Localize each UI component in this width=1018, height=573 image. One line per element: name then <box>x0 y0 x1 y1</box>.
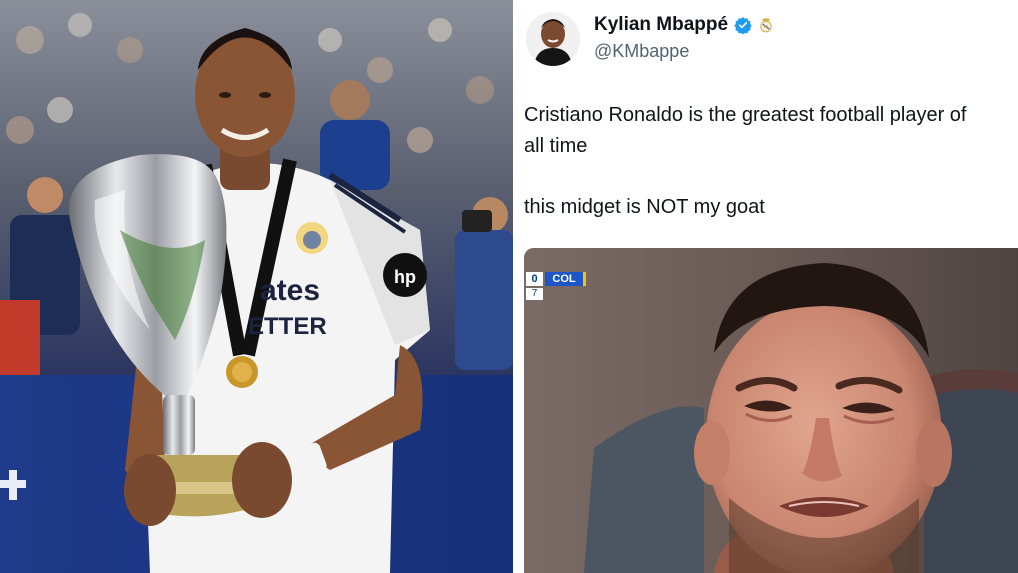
display-name[interactable]: Kylian Mbappé <box>594 14 728 36</box>
verified-badge-icon <box>734 17 752 34</box>
meme-collage: hp ates ETTER Kylian Mbappé M @KMbappe C… <box>0 0 1018 573</box>
scorebug-minute: 7 <box>526 288 543 300</box>
tweet-text-line-1: Cristiano Ronaldo is the greatest footba… <box>524 104 967 126</box>
scorebug-score: 0 <box>526 272 543 286</box>
tweet-text-line-3: this midget is NOT my goat <box>524 196 765 218</box>
tweet-card: Kylian Mbappé M @KMbappe Cristiano Ronal… <box>516 0 1018 573</box>
avatar-image <box>526 12 580 66</box>
svg-text:M: M <box>764 24 768 30</box>
real-madrid-crest-icon: M <box>760 18 772 33</box>
player-trophy-photo: hp ates ETTER <box>0 0 513 573</box>
scorebug-team: COL <box>545 272 586 286</box>
tweet-media-image[interactable]: 0 COL 7 <box>524 248 1018 573</box>
tweet-text-line-2: all time <box>524 135 588 157</box>
sponsor-badge: hp <box>394 267 416 287</box>
avatar[interactable] <box>526 12 580 66</box>
shirt-text-line-2: ETTER <box>248 313 327 340</box>
shirt-text-line-1: ates <box>260 274 320 307</box>
author-handle[interactable]: @KMbappe <box>594 41 689 62</box>
crying-player-illustration <box>524 248 1018 573</box>
author-row: Kylian Mbappé M <box>594 14 774 36</box>
player-trophy-illustration: hp ates ETTER <box>0 0 513 573</box>
